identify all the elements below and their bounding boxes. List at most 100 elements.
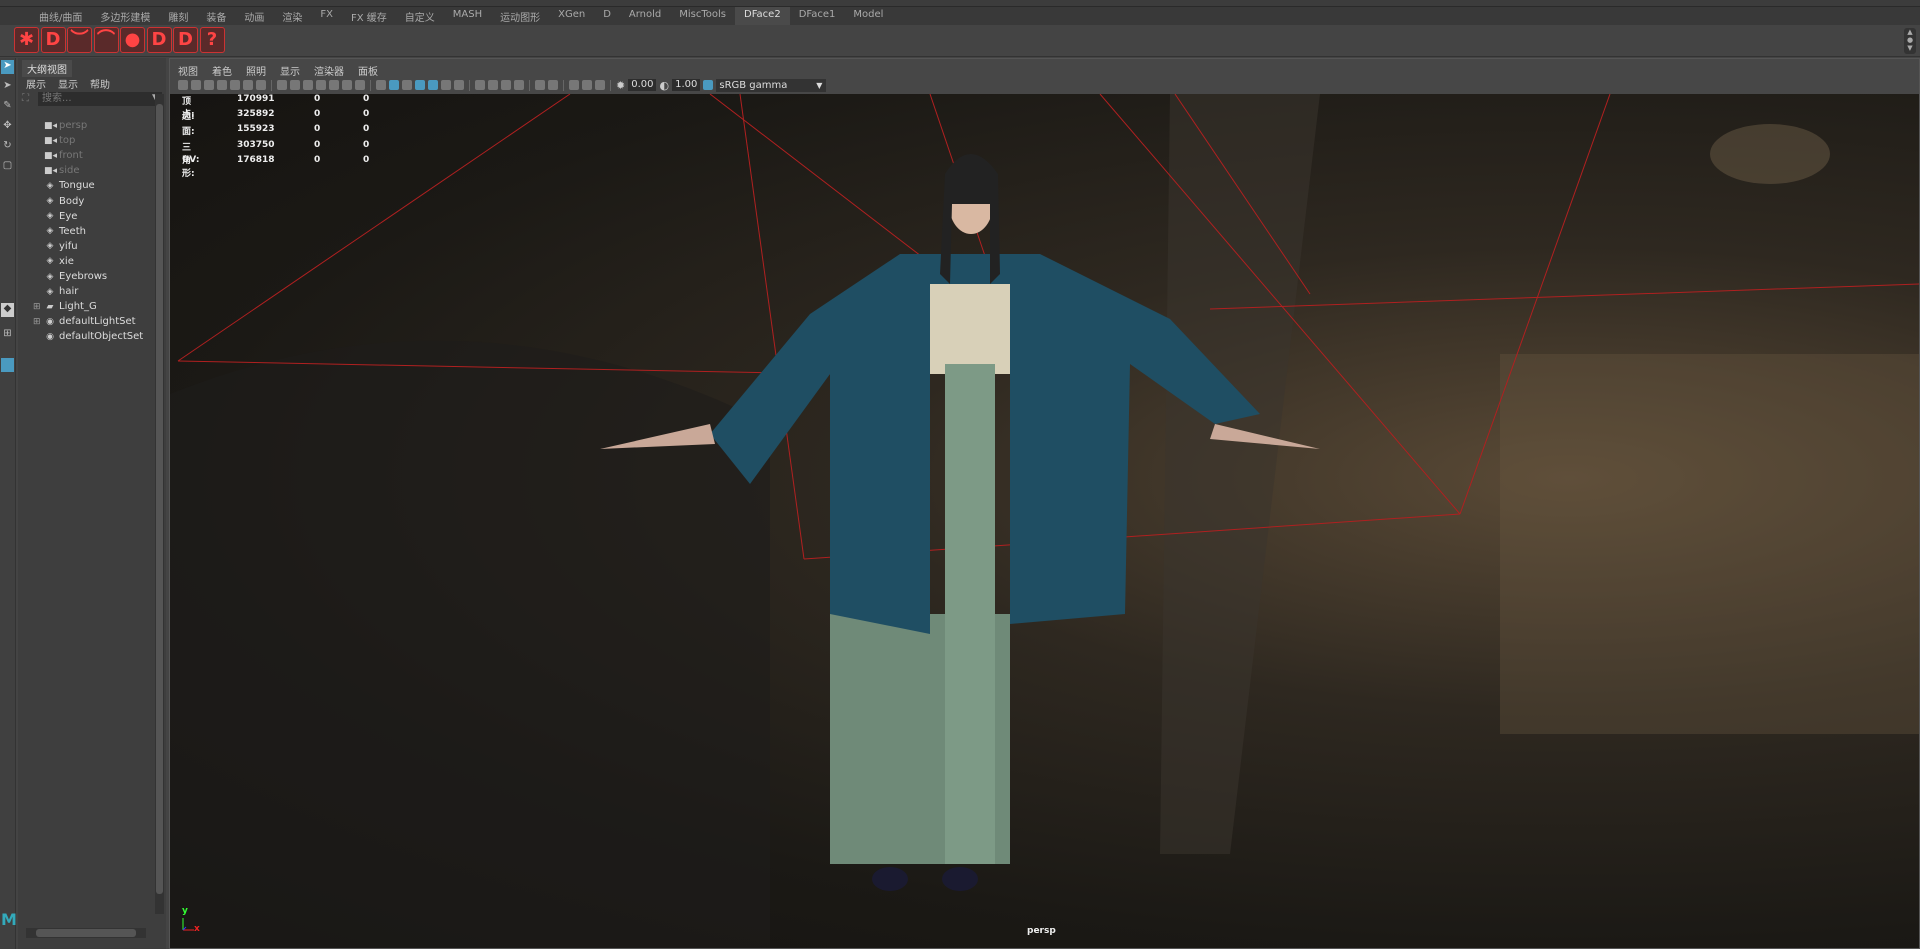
shelf-tab[interactable]: 曲线/曲面 — [30, 7, 91, 25]
menu-display[interactable]: 显示 — [58, 76, 78, 91]
hud3-icon[interactable] — [595, 80, 605, 90]
shelf-tab[interactable]: XGen — [549, 7, 594, 25]
shelf-tab[interactable]: 自定义 — [396, 7, 444, 25]
shelf-tab[interactable]: DFace1 — [790, 7, 845, 25]
menu-renderer[interactable]: 渲染器 — [314, 63, 344, 78]
scroll-thumb[interactable] — [36, 929, 136, 937]
shelf-tab[interactable]: FX — [311, 7, 342, 25]
outliner-item[interactable]: ◈ hair — [44, 284, 79, 299]
smooth-shade-icon[interactable] — [389, 80, 399, 90]
paint-select-icon[interactable]: ✎ — [1, 100, 14, 114]
hud2-icon[interactable] — [582, 80, 592, 90]
beard-icon[interactable]: ● — [120, 27, 145, 53]
textured-icon[interactable] — [415, 80, 425, 90]
outliner-item[interactable]: ◈ Eye — [44, 209, 78, 224]
layout-single-icon[interactable]: ◆ — [1, 303, 14, 317]
rotate-icon[interactable] — [243, 80, 253, 90]
gate-mask-icon[interactable] — [316, 80, 326, 90]
menu-show[interactable]: 显示 — [280, 63, 300, 78]
outliner-item[interactable]: ■◂ side — [44, 163, 80, 178]
rotate-tool-icon[interactable]: ↻ — [1, 140, 14, 154]
menu-shading[interactable]: 着色 — [212, 63, 232, 78]
safe-action-icon[interactable] — [342, 80, 352, 90]
shelf-tab[interactable]: 渲染 — [273, 7, 311, 25]
exposure-field[interactable]: 0.00 — [628, 79, 657, 91]
resolution-gate-icon[interactable] — [303, 80, 313, 90]
field-chart-icon[interactable] — [329, 80, 339, 90]
dof-icon[interactable] — [514, 80, 524, 90]
daz-light-icon[interactable]: D — [173, 27, 198, 53]
expand-icon[interactable]: ⊞ — [33, 302, 41, 312]
outliner-item[interactable]: ◈ Eyebrows — [44, 269, 108, 284]
outliner-vertical-scrollbar[interactable] — [155, 94, 164, 914]
shelf-tab[interactable]: 运动图形 — [491, 7, 549, 25]
outliner-item[interactable]: ◈ xie — [44, 254, 74, 269]
default-material-icon[interactable] — [402, 80, 412, 90]
shelf-tab[interactable]: FX 缓存 — [342, 7, 396, 25]
ao-icon[interactable] — [475, 80, 485, 90]
outliner-item[interactable]: ◈ Tongue — [44, 178, 95, 193]
menu-view[interactable]: 视图 — [178, 63, 198, 78]
layout-four-icon[interactable]: ⊞ — [1, 328, 14, 342]
xray-joints-icon[interactable] — [548, 80, 558, 90]
outliner-item[interactable]: ◈ Body — [44, 194, 85, 209]
pen-icon[interactable] — [230, 80, 240, 90]
outliner-item[interactable]: ⊞ ▰ Light_G — [33, 299, 97, 314]
gamma-field[interactable]: 1.00 — [672, 79, 701, 91]
bookmark2-icon[interactable] — [217, 80, 227, 90]
select-tool-icon[interactable]: ➤ — [1, 60, 14, 74]
film-gate-icon[interactable] — [290, 80, 300, 90]
outliner-item[interactable]: ◉ defaultObjectSet — [44, 329, 143, 344]
expand-icon[interactable]: ⊞ — [33, 317, 41, 327]
layout-outliner-icon[interactable] — [1, 358, 14, 372]
xray-icon[interactable] — [428, 80, 438, 90]
outliner-item[interactable]: ■◂ front — [44, 148, 83, 163]
shelf-tab[interactable]: DFace2 — [735, 7, 790, 25]
color-management-icon[interactable] — [703, 80, 714, 90]
safe-title-icon[interactable] — [355, 80, 365, 90]
mouth-icon[interactable]: ⌒ — [93, 27, 119, 53]
shadows-icon[interactable] — [454, 80, 464, 90]
wireframe-icon[interactable] — [376, 80, 386, 90]
brush-icon[interactable] — [256, 80, 266, 90]
select-icon[interactable]: ⛶ — [22, 93, 29, 104]
shelf-tab[interactable]: 雕刻 — [159, 7, 197, 25]
shelf-tab[interactable]: 动画 — [235, 7, 273, 25]
daz-export-icon[interactable]: D — [146, 27, 172, 53]
shelf-tab[interactable]: Model — [844, 7, 892, 25]
shelf-tab[interactable]: 多边形建模 — [91, 7, 159, 25]
menu-panels[interactable]: 面板 — [358, 63, 378, 78]
isolate-icon[interactable] — [535, 80, 545, 90]
shelf-tab[interactable]: D — [594, 7, 620, 25]
grid-icon[interactable] — [277, 80, 287, 90]
outliner-item[interactable]: ⊞ ◉ defaultLightSet — [33, 314, 136, 329]
camera-icon[interactable] — [178, 80, 188, 90]
lights-icon[interactable] — [441, 80, 451, 90]
color-space-select[interactable]: sRGB gamma ▼ — [716, 78, 827, 92]
shelf-tab[interactable]: 装备 — [197, 7, 235, 25]
motion-blur-icon[interactable] — [488, 80, 498, 90]
outliner-item[interactable]: ■◂ persp — [44, 118, 87, 133]
outliner-item[interactable]: ◈ Teeth — [44, 224, 86, 239]
outliner-horizontal-scrollbar[interactable] — [26, 928, 146, 938]
brow-icon[interactable]: ︶ — [67, 27, 92, 53]
outliner-item[interactable]: ◈ yifu — [44, 239, 78, 254]
shelf-tab[interactable]: Arnold — [620, 7, 670, 25]
shelf-tab[interactable]: MASH — [444, 7, 491, 25]
outliner-search-input[interactable]: 搜索... — [38, 92, 162, 106]
3d-viewport[interactable]: 顶点: 170991 0 0 边: 325892 0 0 面: 155923 0 0 三角形: 30375… — [170, 94, 1919, 948]
move-tool-icon[interactable]: ✥ — [1, 120, 14, 134]
shelf-scroll-buttons[interactable]: ▲ ● ▼ — [1904, 28, 1916, 54]
lasso-tool-icon[interactable]: ➤ — [1, 80, 14, 94]
menu-show[interactable]: 展示 — [26, 76, 46, 91]
outliner-item[interactable]: ■◂ top — [44, 133, 75, 148]
scroll-thumb[interactable] — [156, 104, 163, 894]
daz-d-icon[interactable]: D — [40, 27, 66, 53]
help-icon[interactable]: ? — [199, 27, 225, 53]
camera-attr-icon[interactable] — [191, 80, 201, 90]
hud1-icon[interactable] — [569, 80, 579, 90]
shelf-tab[interactable]: MiscTools — [670, 7, 735, 25]
figure-icon[interactable]: ✱ — [14, 27, 39, 53]
aa-icon[interactable] — [501, 80, 511, 90]
bookmark-icon[interactable] — [204, 80, 214, 90]
